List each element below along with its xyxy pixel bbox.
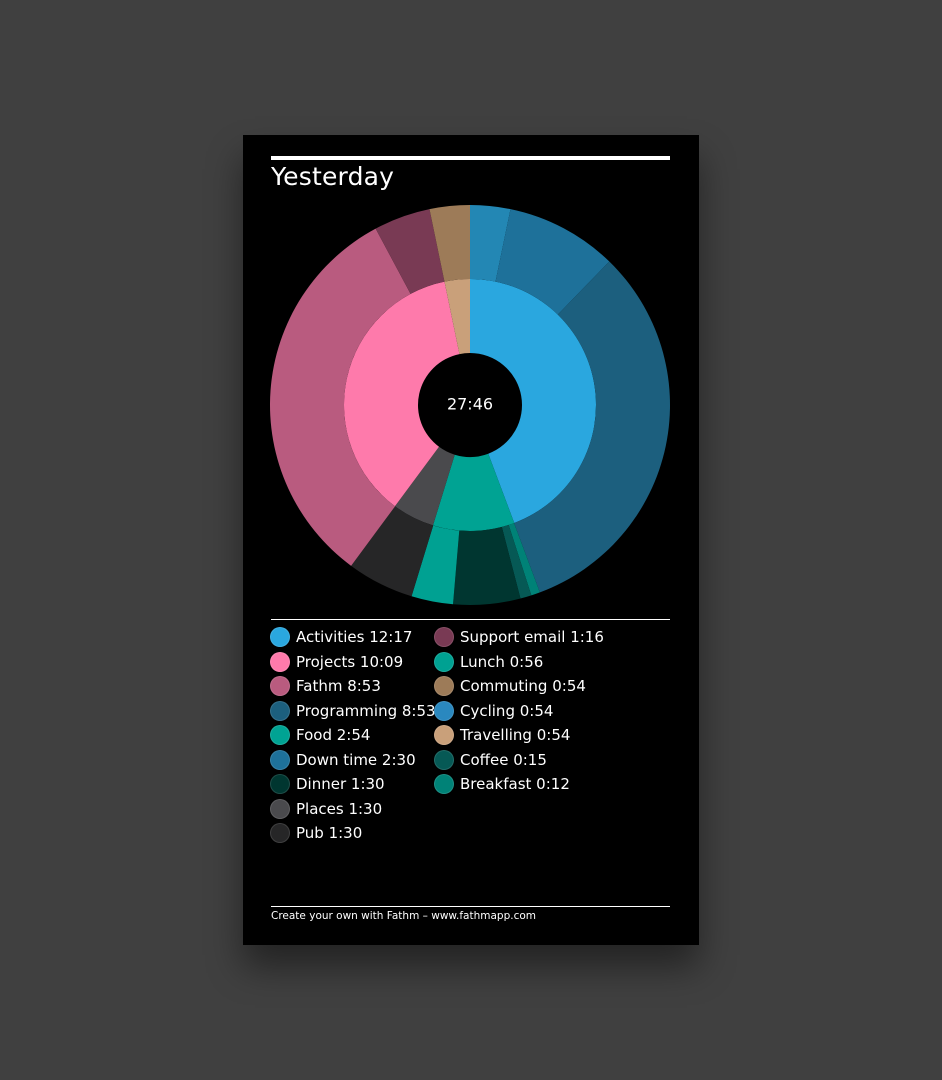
- legend-label: Pub 1:30: [296, 824, 363, 843]
- legend-item: Down time 2:30: [270, 748, 436, 773]
- legend-label: Commuting 0:54: [460, 677, 586, 696]
- legend-item: Lunch 0:56: [434, 650, 604, 675]
- legend-swatch: [270, 651, 290, 672]
- legend-label: Fathm 8:53: [296, 677, 381, 696]
- legend-swatch: [434, 676, 454, 697]
- legend-swatch: [434, 725, 454, 746]
- legend-swatch: [270, 798, 290, 819]
- legend-item: Fathm 8:53: [270, 674, 436, 699]
- legend-item: Breakfast 0:12: [434, 772, 604, 797]
- legend-item: Cycling 0:54: [434, 699, 604, 724]
- legend-item: Commuting 0:54: [434, 674, 604, 699]
- legend-label: Coffee 0:15: [460, 750, 547, 769]
- legend-swatch: [434, 700, 454, 721]
- legend-label: Travelling 0:54: [460, 726, 571, 745]
- legend-item: Places 1:30: [270, 797, 436, 822]
- legend-label: Support email 1:16: [460, 628, 604, 647]
- legend-swatch: [270, 749, 290, 770]
- legend-item: Dinner 1:30: [270, 772, 436, 797]
- legend-label: Activities 12:17: [296, 628, 413, 647]
- legend-swatch: [270, 774, 290, 795]
- legend-item: Travelling 0:54: [434, 723, 604, 748]
- bottom-rule: [271, 906, 670, 907]
- legend-item: Food 2:54: [270, 723, 436, 748]
- legend-item: Programming 8:53: [270, 699, 436, 724]
- legend-swatch: [270, 725, 290, 746]
- legend-swatch: [434, 627, 454, 648]
- center-total-label: 27:46: [447, 395, 493, 414]
- legend-item: Pub 1:30: [270, 821, 436, 846]
- legend-label: Lunch 0:56: [460, 652, 544, 671]
- legend-item: Coffee 0:15: [434, 748, 604, 773]
- legend-label: Places 1:30: [296, 799, 383, 818]
- legend-label: Dinner 1:30: [296, 775, 385, 794]
- legend-swatch: [270, 627, 290, 648]
- legend-label: Breakfast 0:12: [460, 775, 570, 794]
- legend-label: Food 2:54: [296, 726, 371, 745]
- legend-swatch: [434, 749, 454, 770]
- legend-swatch: [434, 651, 454, 672]
- legend-item: Projects 10:09: [270, 650, 436, 675]
- legend-item: Activities 12:17: [270, 625, 436, 650]
- legend-swatch: [434, 774, 454, 795]
- footer-credit: Create your own with Fathm – www.fathmap…: [271, 910, 537, 922]
- legend-item: Support email 1:16: [434, 625, 604, 650]
- legend: Activities 12:17 Projects 10:09 Fathm 8:53…: [243, 625, 699, 855]
- legend-label: Down time 2:30: [296, 750, 416, 769]
- legend-label: Cycling 0:54: [460, 701, 554, 720]
- legend-column-left: Activities 12:17 Projects 10:09 Fathm 8:53…: [270, 625, 436, 846]
- middle-rule: [271, 619, 670, 620]
- legend-swatch: [270, 823, 290, 844]
- legend-swatch: [270, 676, 290, 697]
- legend-swatch: [270, 700, 290, 721]
- summary-card: Yesterday 27:46 Activities 12:17 Projects…: [243, 135, 699, 945]
- sunburst-chart: 27:46: [269, 205, 670, 605]
- legend-label: Programming 8:53: [296, 701, 436, 720]
- legend-column-right: Support email 1:16 Lunch 0:56 Commuting 0:…: [434, 625, 604, 797]
- legend-label: Projects 10:09: [296, 652, 404, 671]
